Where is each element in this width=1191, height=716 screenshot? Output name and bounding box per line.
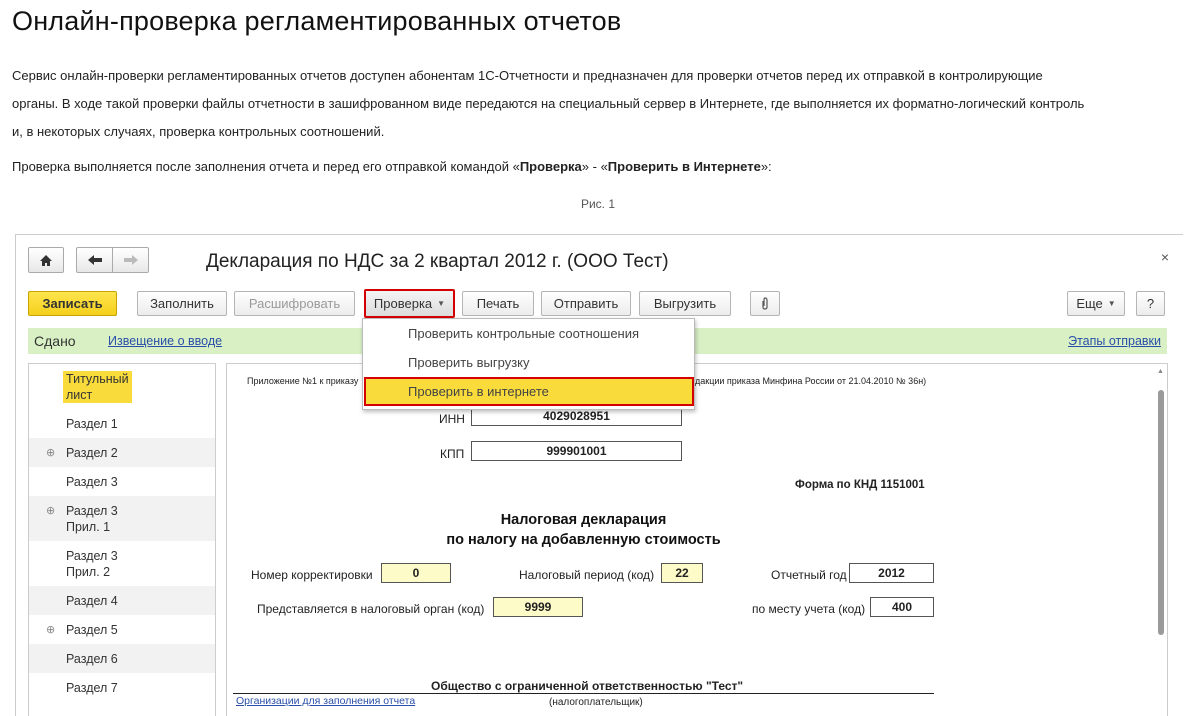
sidebar-item-section-1[interactable]: Раздел 1 (29, 409, 215, 438)
sidebar-item-label: Раздел 1 (66, 417, 118, 431)
status-text: Сдано (34, 333, 76, 349)
sidebar-item-section-2[interactable]: ⊕ Раздел 2 (29, 438, 215, 467)
paperclip-icon (762, 296, 768, 310)
scroll-up-icon[interactable]: ▲ (1157, 368, 1164, 375)
correction-field[interactable]: 0 (381, 563, 451, 583)
sidebar-item-label: Раздел 3 (66, 475, 118, 489)
taxpayer-caption: (налогоплательщик) (549, 697, 643, 708)
check-dropdown-button[interactable]: Проверка ▼ (364, 289, 455, 318)
menu-item-check-ratios[interactable]: Проверить контрольные соотношения (363, 319, 694, 348)
sidebar-item-section-3-app-1[interactable]: ⊕ Раздел 3 Прил. 1 (29, 496, 215, 541)
article-text: » - « (581, 159, 608, 174)
article-paragraph-2: Проверка выполняется после заполнения от… (12, 153, 1187, 181)
menu-item-check-export[interactable]: Проверить выгрузку (363, 348, 694, 377)
tax-office-field[interactable]: 9999 (493, 597, 583, 617)
home-icon (40, 254, 52, 266)
label-line: Раздел 3 (66, 504, 118, 518)
sidebar-item-section-6[interactable]: Раздел 6 (29, 644, 215, 673)
article-line: и, в некоторых случаях, проверка контрол… (12, 124, 385, 139)
correction-label: Номер корректировки (251, 568, 373, 582)
appendix-note: Приложение №1 к приказу (247, 376, 359, 386)
scroll-thumb[interactable] (1158, 390, 1164, 635)
declaration-subheading: по налогу на добавленную стоимость (446, 532, 721, 548)
sidebar-item-label: Раздел 4 (66, 594, 118, 608)
back-button[interactable] (76, 247, 112, 273)
article-text: »: (760, 159, 772, 174)
year-label: Отчетный год (771, 568, 847, 582)
chevron-down-icon: ▼ (1107, 299, 1116, 308)
article-bold: Проверка (519, 159, 582, 174)
expand-icon[interactable]: ⊕ (46, 623, 55, 636)
more-button-label: Еще (1076, 296, 1103, 311)
save-button[interactable]: Записать (28, 291, 117, 316)
app-window: Декларация по НДС за 2 квартал 2012 г. (… (15, 234, 1183, 716)
page-title: Онлайн-проверка регламентированных отчет… (12, 6, 622, 36)
report-form: Приложение №1 к приказу дакции приказа М… (226, 363, 1168, 716)
home-button[interactable] (28, 247, 64, 273)
organization-name: Общество с ограниченной ответственностью… (431, 679, 744, 693)
export-button[interactable]: Выгрузить (639, 291, 731, 316)
sidebar-item-label: Титульный лист (63, 371, 132, 403)
declaration-heading: Налоговая декларация (500, 512, 667, 528)
organizations-link[interactable]: Организации для заполнения отчета (236, 695, 415, 707)
close-icon[interactable]: × (1161, 249, 1169, 265)
inn-label: ИНН (439, 412, 465, 426)
form-code: Форма по КНД 1151001 (795, 479, 925, 491)
check-button-label: Проверка (373, 296, 433, 311)
forward-button[interactable] (112, 247, 149, 273)
menu-item-check-online[interactable]: Проверить в интернете (364, 377, 694, 406)
sidebar-item-section-3-app-2[interactable]: Раздел 3 Прил. 2 (29, 541, 215, 586)
vertical-scrollbar[interactable]: ▲ (1156, 368, 1165, 716)
expand-icon[interactable]: ⊕ (46, 446, 55, 459)
send-button[interactable]: Отправить (541, 291, 631, 316)
sidebar-item-section-3[interactable]: Раздел 3 (29, 467, 215, 496)
label-line: Титульный (66, 372, 129, 386)
sidebar-item-label: Раздел 6 (66, 652, 118, 666)
sidebar-item-title[interactable]: Титульный лист (29, 364, 215, 409)
period-label: Налоговый период (код) (519, 568, 655, 582)
attach-button[interactable] (750, 291, 780, 316)
label-line: Прил. 2 (66, 565, 111, 579)
article-bold: Проверить в Интернете (607, 159, 761, 174)
kpp-field[interactable]: 999901001 (471, 441, 682, 461)
label-line: лист (66, 388, 93, 402)
notice-link[interactable]: Извещение о вводе (108, 334, 222, 348)
registration-place-field[interactable]: 400 (870, 597, 934, 617)
print-button[interactable]: Печать (462, 291, 534, 316)
decode-button[interactable]: Расшифровать (234, 291, 355, 316)
year-field[interactable]: 2012 (849, 563, 934, 583)
tax-office-label: Представляется в налоговый орган (код) (257, 602, 485, 616)
sidebar-item-section-4[interactable]: Раздел 4 (29, 586, 215, 615)
kpp-label: КПП (440, 447, 465, 461)
more-button[interactable]: Еще ▼ (1067, 291, 1125, 316)
label-line: Раздел 3 (66, 549, 118, 563)
check-dropdown-menu: Проверить контрольные соотношения Провер… (362, 318, 695, 410)
article-line: Сервис онлайн-проверки регламентированны… (12, 68, 1043, 83)
expand-icon[interactable]: ⊕ (46, 504, 55, 517)
label-line: Прил. 1 (66, 520, 111, 534)
sidebar-item-label: Раздел 7 (66, 681, 118, 695)
send-stages-link[interactable]: Этапы отправки (1068, 334, 1161, 348)
period-field[interactable]: 22 (661, 563, 703, 583)
window-title: Декларация по НДС за 2 квартал 2012 г. (… (206, 251, 669, 272)
article-line: органы. В ходе такой проверки файлы отче… (12, 96, 1085, 111)
fill-button[interactable]: Заполнить (137, 291, 227, 316)
sidebar-item-section-7[interactable]: Раздел 7 (29, 673, 215, 702)
appendix-note-tail: дакции приказа Минфина России от 21.04.2… (695, 376, 927, 386)
registration-place-label: по месту учета (код) (752, 602, 866, 616)
sidebar-item-label: Раздел 2 (66, 446, 118, 460)
figure-caption: Рис. 1 (580, 197, 616, 211)
arrow-right-icon (123, 255, 138, 265)
sidebar-item-label: Раздел 3 Прил. 1 (66, 503, 118, 535)
underline (233, 693, 934, 694)
sidebar-item-section-5[interactable]: ⊕ Раздел 5 (29, 615, 215, 644)
chevron-down-icon: ▼ (437, 299, 446, 308)
sidebar-item-label: Раздел 5 (66, 623, 118, 637)
article-text: Проверка выполняется после заполнения от… (12, 159, 520, 174)
help-button[interactable]: ? (1136, 291, 1165, 316)
article-paragraph-1: Сервис онлайн-проверки регламентированны… (12, 62, 1187, 146)
sidebar-item-label: Раздел 3 Прил. 2 (66, 548, 118, 580)
arrow-left-icon (87, 255, 102, 265)
sections-sidebar: Титульный лист Раздел 1 ⊕ Раздел 2 Раздел… (28, 363, 216, 716)
